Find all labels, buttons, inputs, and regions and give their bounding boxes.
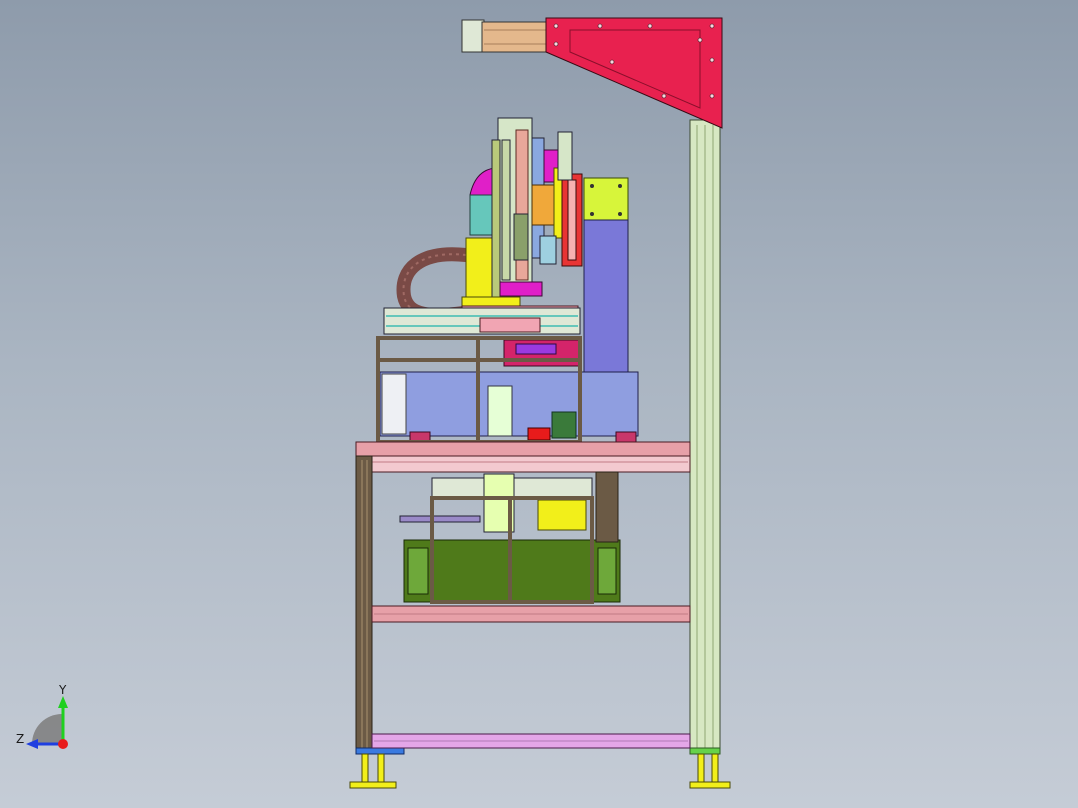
leveling-feet xyxy=(349,753,731,789)
cad-viewport[interactable]: Y Z xyxy=(0,0,1078,808)
table-legs xyxy=(355,455,405,755)
triad-origin xyxy=(58,739,68,749)
bottom-shelf xyxy=(371,733,691,749)
table-top[interactable] xyxy=(355,441,691,473)
cable-chain xyxy=(396,247,477,322)
vertical-profile-column[interactable] xyxy=(689,119,721,755)
z-axis-label: Z xyxy=(16,732,25,746)
linear-rail-bed[interactable] xyxy=(383,307,581,335)
top-gantry-arm[interactable] xyxy=(461,17,723,129)
z-axis-column[interactable] xyxy=(583,219,629,379)
middle-shelf xyxy=(371,605,691,623)
y-axis-label: Y xyxy=(59,683,67,697)
machine-assembly-model[interactable] xyxy=(0,0,1078,808)
coordinate-triad[interactable]: Y Z xyxy=(10,684,80,754)
